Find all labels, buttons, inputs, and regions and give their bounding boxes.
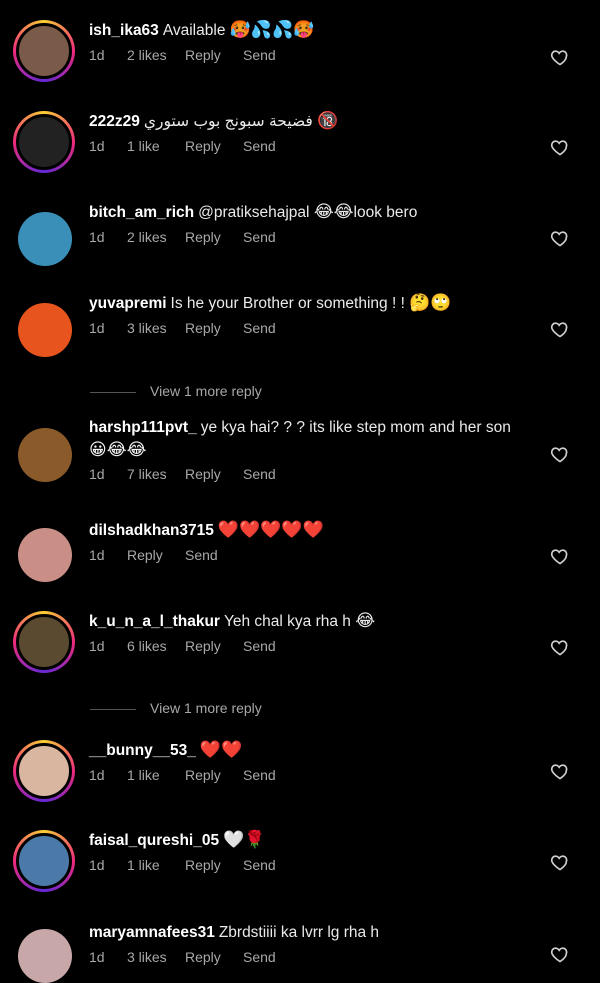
comment-emoji: 🥵💦💦🥵	[229, 20, 315, 40]
avatar[interactable]	[13, 611, 75, 673]
send-button[interactable]: Send	[185, 547, 218, 563]
comment-likes[interactable]: 1 like	[127, 857, 185, 873]
reply-button[interactable]: Reply	[185, 857, 243, 873]
avatar[interactable]	[18, 428, 72, 482]
heart-icon[interactable]	[550, 228, 570, 248]
comment-emoji: ❤️❤️❤️❤️❤️	[217, 520, 324, 540]
heart-icon[interactable]	[550, 47, 570, 67]
comment-likes[interactable]: 7 likes	[127, 466, 185, 482]
avatar[interactable]	[13, 20, 75, 82]
comment-emoji: ❤️❤️	[199, 740, 243, 760]
send-button[interactable]: Send	[243, 466, 276, 482]
reply-button[interactable]: Reply	[127, 547, 185, 563]
comment-emoji: 🔞	[317, 111, 339, 131]
comment-time: 1d	[89, 138, 105, 154]
avatar[interactable]	[13, 111, 75, 173]
comment-username[interactable]: maryamnafees31	[89, 924, 215, 941]
reply-button[interactable]: Reply	[185, 229, 243, 245]
comment-time: 1d	[89, 949, 105, 965]
comment-time: 1d	[89, 466, 105, 482]
reply-button[interactable]: Reply	[185, 47, 243, 63]
comment-username[interactable]: ish_ika63	[89, 22, 159, 39]
view-more-replies[interactable]: View 1 more reply	[90, 383, 262, 399]
send-button[interactable]: Send	[243, 767, 276, 783]
comment-emoji: 🤔🙄	[409, 293, 452, 313]
reply-button[interactable]: Reply	[185, 767, 243, 783]
avatar[interactable]	[18, 212, 72, 266]
comment-text: Available	[162, 22, 226, 39]
comment-time: 1d	[89, 547, 105, 563]
avatar[interactable]	[13, 830, 75, 892]
comment-username[interactable]: 222z29	[89, 113, 140, 130]
comment-likes[interactable]: 2 likes	[127, 229, 185, 245]
comment-username[interactable]: dilshadkhan3715	[89, 522, 214, 539]
send-button[interactable]: Send	[243, 138, 276, 154]
comment-time: 1d	[89, 47, 105, 63]
comment-text: Zbrdstiiii ka lvrr lg rha h	[218, 924, 380, 941]
comment-emoji: 😂	[355, 611, 376, 631]
send-button[interactable]: Send	[243, 320, 276, 336]
comment-text: Is he your Brother or something ! !	[170, 295, 405, 312]
send-button[interactable]: Send	[243, 949, 276, 965]
comment-emoji: 😂😂	[313, 202, 354, 222]
avatar[interactable]	[13, 740, 75, 802]
comment-likes[interactable]: 2 likes	[127, 47, 185, 63]
reply-button[interactable]: Reply	[185, 138, 243, 154]
heart-icon[interactable]	[550, 444, 570, 464]
view-more-label[interactable]: View 1 more reply	[150, 383, 262, 399]
heart-icon[interactable]	[550, 944, 570, 964]
heart-icon[interactable]	[550, 137, 570, 157]
comment-text: ye kya hai? ? ? its like step mom and he…	[200, 419, 511, 436]
comment-mention[interactable]: @pratiksehajpal	[198, 204, 309, 221]
comment-likes[interactable]: 1 like	[127, 767, 185, 783]
heart-icon[interactable]	[550, 852, 570, 872]
comment-time: 1d	[89, 857, 105, 873]
send-button[interactable]: Send	[243, 638, 276, 654]
comment-username[interactable]: faisal_qureshi_05	[89, 832, 219, 849]
divider	[90, 708, 136, 710]
send-button[interactable]: Send	[243, 229, 276, 245]
avatar[interactable]	[18, 528, 72, 582]
heart-icon[interactable]	[550, 546, 570, 566]
comment-likes[interactable]: 6 likes	[127, 638, 185, 654]
reply-button[interactable]: Reply	[185, 949, 243, 965]
view-more-replies[interactable]: View 1 more reply	[90, 700, 262, 716]
send-button[interactable]: Send	[243, 47, 276, 63]
comment-username[interactable]: k_u_n_a_l_thakur	[89, 613, 220, 630]
reply-button[interactable]: Reply	[185, 466, 243, 482]
send-button[interactable]: Send	[243, 857, 276, 873]
avatar[interactable]	[18, 303, 72, 357]
comment-text: Yeh chal kya rha h	[223, 613, 351, 630]
comment-username[interactable]: bitch_am_rich	[89, 204, 194, 221]
comment-text: فضيحة سبونج بوب ستوري	[143, 113, 313, 130]
view-more-label[interactable]: View 1 more reply	[150, 700, 262, 716]
reply-button[interactable]: Reply	[185, 320, 243, 336]
comment-likes[interactable]: 1 like	[127, 138, 185, 154]
comment-emoji: 😀😂😂	[89, 440, 147, 460]
comment-likes[interactable]: 3 likes	[127, 320, 185, 336]
comment-username[interactable]: harshp111pvt_	[89, 419, 197, 436]
heart-icon[interactable]	[550, 319, 570, 339]
comment-time: 1d	[89, 229, 105, 245]
avatar[interactable]	[18, 929, 72, 983]
comment-time: 1d	[89, 638, 105, 654]
divider	[90, 391, 136, 393]
heart-icon[interactable]	[550, 637, 570, 657]
comment-text: look bero	[353, 204, 418, 221]
comment-username[interactable]: yuvapremi	[89, 295, 167, 312]
comment-likes[interactable]: 3 likes	[127, 949, 185, 965]
comment-username[interactable]: __bunny__53_	[89, 742, 196, 759]
reply-button[interactable]: Reply	[185, 638, 243, 654]
comment-time: 1d	[89, 767, 105, 783]
comment-emoji: 🤍🌹	[223, 830, 266, 850]
heart-icon[interactable]	[550, 761, 570, 781]
comment-time: 1d	[89, 320, 105, 336]
